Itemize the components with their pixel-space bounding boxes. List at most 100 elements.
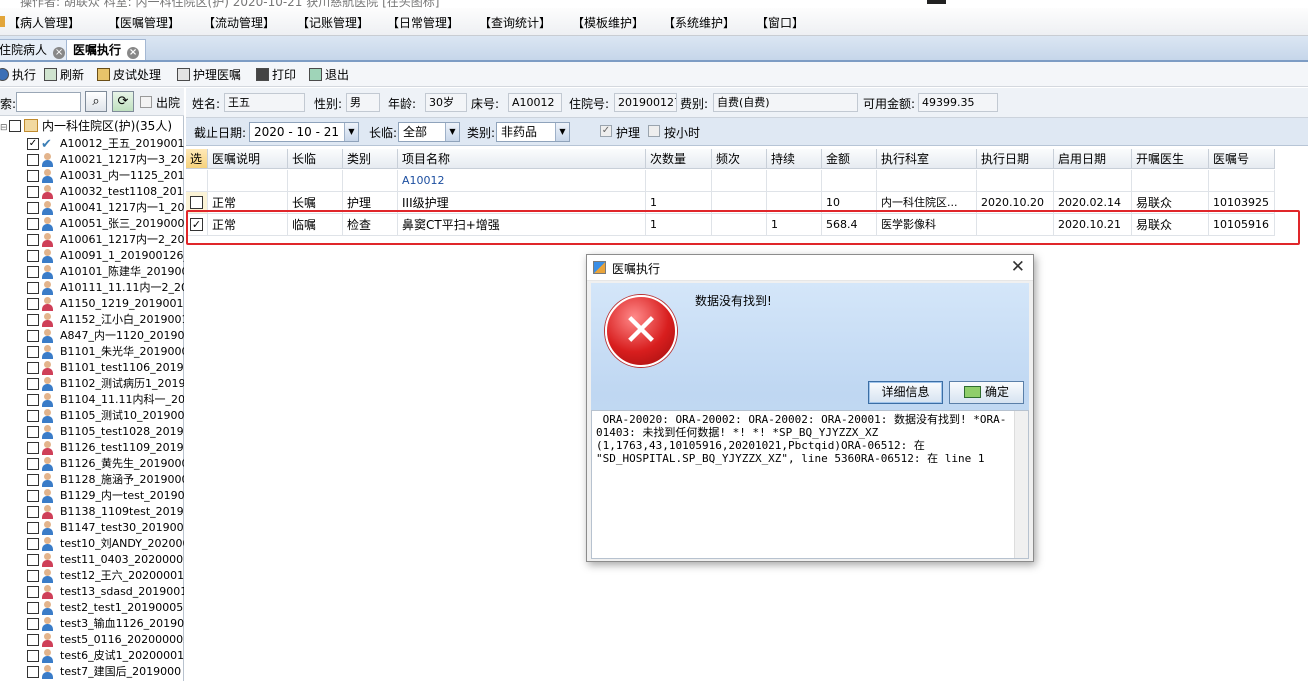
patient-checkbox[interactable] [27, 266, 39, 278]
close-icon[interactable]: ✕ [1011, 257, 1025, 277]
discharge-checkbox[interactable] [140, 96, 152, 108]
tree-item-patient[interactable]: A10032_test1108_2019 [0, 184, 184, 200]
exit-button[interactable]: 退出 [309, 66, 349, 84]
skin-test-button[interactable]: 皮试处理 [97, 66, 161, 84]
patient-checkbox[interactable] [27, 506, 39, 518]
tree-item-patient[interactable]: test7_建国后_2019000 [0, 664, 184, 680]
tree-item-patient[interactable]: test10_刘ANDY_202000 [0, 536, 184, 552]
tree-item-patient[interactable]: A10111_11.11内一2_20 [0, 280, 184, 296]
tree-item-patient[interactable]: test2_test1_20190005 [0, 600, 184, 616]
menu-daily-management[interactable]: 【日常管理】 [387, 14, 459, 31]
tree-item-patient[interactable]: A10061_1217内一2_201 [0, 232, 184, 248]
error-details-text[interactable]: ORA-20020: ORA-20002: ORA-20002: ORA-200… [591, 410, 1029, 559]
patient-checkbox[interactable] [27, 186, 39, 198]
patient-checkbox[interactable] [27, 314, 39, 326]
patient-checkbox[interactable] [27, 346, 39, 358]
patient-checkbox[interactable]: ✓ [27, 138, 39, 150]
tree-item-patient[interactable]: A10031_内一1125_2019 [0, 168, 184, 184]
tree-item-patient[interactable]: A1152_江小白_2019001 [0, 312, 184, 328]
chevron-down-icon[interactable]: ▼ [555, 123, 569, 141]
tree-item-patient[interactable]: A10041_1217内一1_201 [0, 200, 184, 216]
column-header-doctor[interactable]: 开嘱医生 [1132, 149, 1209, 169]
column-header-frequency[interactable]: 频次 [712, 149, 767, 169]
tree-item-patient[interactable]: test5_0116_202000002 [0, 632, 184, 648]
patient-checkbox[interactable] [27, 426, 39, 438]
expand-icon[interactable]: ⊟ [0, 119, 8, 137]
patient-checkbox[interactable] [27, 362, 39, 374]
patient-checkbox[interactable] [27, 570, 39, 582]
patient-checkbox[interactable] [27, 442, 39, 454]
patient-checkbox[interactable] [27, 170, 39, 182]
print-button[interactable]: 打印 [256, 66, 296, 84]
tab-order-execution[interactable]: 医嘱执行 × [66, 39, 147, 60]
row-checkbox[interactable] [190, 196, 203, 209]
tree-item-patient[interactable]: B1147_test30_2019000 [0, 520, 184, 536]
menu-billing-management[interactable]: 【记账管理】 [297, 14, 369, 31]
tree-item-patient[interactable]: test11_0403_20200001 [0, 552, 184, 568]
tree-item-patient[interactable]: B1129_内一test_20190 [0, 488, 184, 504]
column-header-category[interactable]: 类别 [343, 149, 398, 169]
tree-item-patient[interactable]: B1128_施涵予_2019000 [0, 472, 184, 488]
patient-checkbox[interactable] [27, 522, 39, 534]
close-icon[interactable]: × [53, 47, 66, 59]
nursing-checkbox[interactable]: ✓ [600, 125, 612, 137]
menu-query-statistics[interactable]: 【查询统计】 [479, 14, 551, 31]
tree-item-patient[interactable]: A10091_1_201900126_2 [0, 248, 184, 264]
scrollbar[interactable] [1014, 411, 1028, 558]
patient-checkbox[interactable] [27, 250, 39, 262]
search-icon[interactable]: ⌕ [85, 91, 107, 112]
patient-checkbox[interactable] [27, 474, 39, 486]
patient-checkbox[interactable] [27, 602, 39, 614]
patient-checkbox[interactable] [27, 394, 39, 406]
tree-item-patient[interactable]: B1102_测试病历1_2019 [0, 376, 184, 392]
menu-window[interactable]: 【窗口】 [756, 14, 804, 31]
tree-item-patient[interactable]: A10021_1217内一3_201 [0, 152, 184, 168]
column-header-select[interactable]: 选 [186, 149, 208, 169]
column-header-order-note[interactable]: 医嘱说明 [208, 149, 288, 169]
patient-checkbox[interactable] [27, 538, 39, 550]
tree-item-patient[interactable]: B1126_黄先生_2019000 [0, 456, 184, 472]
category-select[interactable]: 非药品 ▼ [496, 122, 570, 142]
tree-item-patient[interactable]: A10101_陈建华_201900 [0, 264, 184, 280]
column-header-quantity[interactable]: 次数量 [646, 149, 712, 169]
column-header-amount[interactable]: 金额 [822, 149, 877, 169]
patient-checkbox[interactable] [27, 378, 39, 390]
menu-system-maintenance[interactable]: 【系统维护】 [663, 14, 735, 31]
patient-checkbox[interactable] [27, 634, 39, 646]
column-header-exec-dept[interactable]: 执行科室 [877, 149, 977, 169]
patient-checkbox[interactable] [27, 410, 39, 422]
search-input[interactable] [16, 92, 81, 112]
tree-item-patient[interactable]: A1150_1219_201900130 [0, 296, 184, 312]
close-icon[interactable]: × [127, 47, 140, 59]
patient-checkbox[interactable] [27, 618, 39, 630]
patient-checkbox[interactable] [27, 666, 39, 678]
tree-item-patient[interactable]: B1126_test1109_20190 [0, 440, 184, 456]
nursing-order-button[interactable]: 护理医嘱 [177, 66, 241, 84]
refresh-icon[interactable]: ⟳ [112, 91, 134, 112]
tree-item-patient[interactable]: B1101_朱光华_2019000 [0, 344, 184, 360]
patient-checkbox[interactable] [27, 202, 39, 214]
column-header-order-no[interactable]: 医嘱号 [1209, 149, 1275, 169]
tree-item-patient[interactable]: A10051_张三_20190002 [0, 216, 184, 232]
chevron-down-icon[interactable]: ▼ [445, 123, 459, 141]
patient-checkbox[interactable] [27, 234, 39, 246]
hourly-checkbox[interactable] [648, 125, 660, 137]
patient-checkbox[interactable] [27, 554, 39, 566]
column-header-exec-date[interactable]: 执行日期 [977, 149, 1054, 169]
tree-item-patient[interactable]: test6_皮试1_20200001 [0, 648, 184, 664]
tree-item-patient[interactable]: test12_王六_20200001 [0, 568, 184, 584]
ok-button[interactable]: 确定 [949, 381, 1024, 404]
tree-root[interactable]: ⊟ 内一科住院区(护)(35人) [0, 117, 184, 135]
chevron-down-icon[interactable]: ▼ [344, 123, 358, 141]
patient-checkbox[interactable] [27, 154, 39, 166]
column-header-start-date[interactable]: 启用日期 [1054, 149, 1132, 169]
longterm-select[interactable]: 全部 ▼ [398, 122, 460, 142]
menu-flow-management[interactable]: 【流动管理】 [203, 14, 275, 31]
patient-checkbox[interactable] [27, 458, 39, 470]
tree-root-checkbox[interactable] [9, 120, 21, 132]
menu-order-management[interactable]: 【医嘱管理】 [108, 14, 180, 31]
menu-patient-management[interactable]: 【病人管理】 [8, 14, 80, 31]
cutoff-date-picker[interactable]: 2020 - 10 - 21 ▼ [249, 122, 359, 142]
execute-button[interactable]: 执行 [0, 66, 36, 84]
tree-item-patient[interactable]: A847_内一1120_201900 [0, 328, 184, 344]
